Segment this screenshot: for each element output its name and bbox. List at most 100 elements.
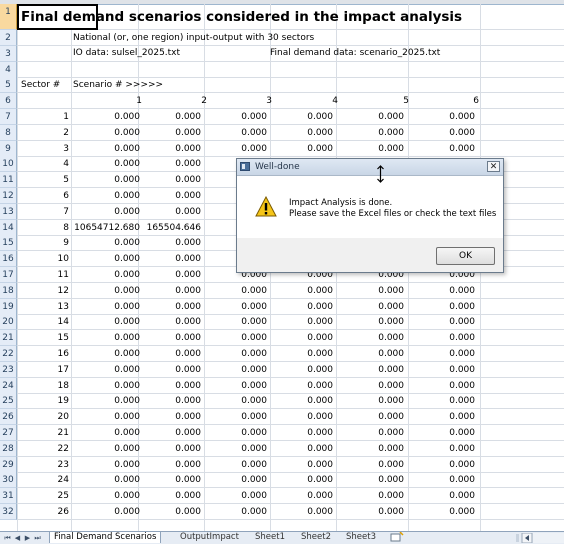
scenario-value-cell[interactable]: 0.000	[334, 314, 404, 330]
next-sheet-icon[interactable]: ▶	[23, 533, 32, 543]
scenario-value-cell[interactable]: 0.000	[70, 378, 140, 394]
scenario-value-cell[interactable]: 0.000	[131, 299, 201, 315]
scenario-value-cell[interactable]: 0.000	[263, 457, 333, 473]
sector-number[interactable]: 13	[17, 299, 69, 315]
scenario-value-cell[interactable]: 0.000	[197, 393, 267, 409]
sector-number[interactable]: 2	[17, 125, 69, 141]
scenario-value-cell[interactable]: 0.000	[131, 251, 201, 267]
scenario-value-cell[interactable]: 0.000	[197, 504, 267, 520]
scenario-value-cell[interactable]: 0.000	[405, 362, 475, 378]
row-header[interactable]: 28	[0, 440, 17, 457]
sector-number[interactable]: 14	[17, 314, 69, 330]
scenario-value-cell[interactable]: 0.000	[334, 109, 404, 125]
row-header[interactable]: 21	[0, 330, 17, 347]
tab-sheet1[interactable]: Sheet1	[255, 532, 285, 543]
row-header[interactable]: 11	[0, 172, 17, 189]
row-header[interactable]: 26	[0, 409, 17, 426]
scenario-value-cell[interactable]: 0.000	[197, 472, 267, 488]
scenario-value-cell[interactable]: 0.000	[263, 283, 333, 299]
scenario-value-cell[interactable]: 0.000	[405, 283, 475, 299]
scenario-value-cell[interactable]: 0.000	[263, 314, 333, 330]
row-header[interactable]: 25	[0, 393, 17, 410]
scenario-value-cell[interactable]: 0.000	[131, 457, 201, 473]
scenario-value-cell[interactable]: 0.000	[131, 235, 201, 251]
scenario-value-cell[interactable]: 0.000	[197, 346, 267, 362]
row-header[interactable]: 32	[0, 504, 17, 520]
scenario-value-cell[interactable]: 0.000	[197, 109, 267, 125]
scenario-value-cell[interactable]: 0.000	[405, 314, 475, 330]
scenario-value-cell[interactable]: 0.000	[131, 156, 201, 172]
scenario-value-cell[interactable]: 0.000	[263, 393, 333, 409]
row-header[interactable]: 4	[0, 61, 17, 78]
scenario-value-cell[interactable]: 0.000	[197, 409, 267, 425]
scenario-number[interactable]: 4	[278, 93, 338, 109]
scenario-value-cell[interactable]: 0.000	[70, 472, 140, 488]
sector-number[interactable]: 24	[17, 472, 69, 488]
sector-number[interactable]: 19	[17, 393, 69, 409]
scenario-value-cell[interactable]: 0.000	[405, 393, 475, 409]
scenario-value-cell[interactable]: 0.000	[405, 109, 475, 125]
scenario-value-cell[interactable]: 0.000	[405, 346, 475, 362]
scenario-value-cell[interactable]: 165504.646	[131, 220, 201, 236]
scenario-value-cell[interactable]: 0.000	[70, 125, 140, 141]
scenario-value-cell[interactable]: 0.000	[131, 267, 201, 283]
last-sheet-icon[interactable]: ⏭	[33, 533, 42, 543]
sector-number[interactable]: 21	[17, 425, 69, 441]
scenario-value-cell[interactable]: 0.000	[263, 504, 333, 520]
scenario-value-cell[interactable]: 0.000	[334, 441, 404, 457]
scenario-value-cell[interactable]: 0.000	[405, 488, 475, 504]
close-icon[interactable]: ✕	[487, 161, 500, 172]
scenario-number[interactable]: 5	[349, 93, 409, 109]
scenario-value-cell[interactable]: 0.000	[334, 457, 404, 473]
scenario-value-cell[interactable]: 0.000	[70, 457, 140, 473]
row-header[interactable]: 2	[0, 30, 17, 46]
row-header[interactable]: 30	[0, 472, 17, 489]
scenario-value-cell[interactable]: 0.000	[334, 409, 404, 425]
tab-output-impact[interactable]: OutputImpact	[180, 532, 239, 543]
scenario-value-cell[interactable]: 0.000	[334, 425, 404, 441]
scenario-value-cell[interactable]: 0.000	[334, 346, 404, 362]
scenario-value-cell[interactable]: 0.000	[70, 441, 140, 457]
scenario-value-cell[interactable]: 0.000	[70, 267, 140, 283]
row-header[interactable]: 31	[0, 488, 17, 505]
row-header[interactable]: 3	[0, 45, 17, 62]
scenario-value-cell[interactable]: 0.000	[334, 393, 404, 409]
row-header[interactable]: 13	[0, 203, 17, 220]
scenario-value-cell[interactable]: 0.000	[131, 314, 201, 330]
scenario-value-cell[interactable]: 0.000	[131, 125, 201, 141]
sector-number[interactable]: 3	[17, 141, 69, 157]
scenario-value-cell[interactable]: 0.000	[70, 283, 140, 299]
row-header[interactable]: 19	[0, 298, 17, 315]
row-header[interactable]: 8	[0, 124, 17, 141]
scenario-value-cell[interactable]: 0.000	[263, 141, 333, 157]
scenario-value-cell[interactable]: 0.000	[334, 330, 404, 346]
scenario-value-cell[interactable]: 0.000	[405, 409, 475, 425]
row-header[interactable]: 22	[0, 346, 17, 362]
scenario-value-cell[interactable]: 0.000	[131, 346, 201, 362]
ok-button[interactable]: OK	[436, 247, 495, 265]
scenario-value-cell[interactable]: 0.000	[405, 378, 475, 394]
scenario-value-cell[interactable]: 0.000	[263, 299, 333, 315]
row-header[interactable]: 29	[0, 456, 17, 473]
sector-number[interactable]: 11	[17, 267, 69, 283]
scenario-value-cell[interactable]: 0.000	[131, 330, 201, 346]
scenario-value-cell[interactable]: 0.000	[263, 488, 333, 504]
sector-number[interactable]: 5	[17, 172, 69, 188]
scenario-value-cell[interactable]: 0.000	[70, 488, 140, 504]
scenario-value-cell[interactable]: 0.000	[263, 472, 333, 488]
scenario-value-cell[interactable]: 0.000	[131, 204, 201, 220]
dialog-titlebar[interactable]: Well-done ✕	[237, 159, 503, 176]
horizontal-scrollbar[interactable]	[516, 533, 564, 543]
scenario-value-cell[interactable]: 0.000	[131, 472, 201, 488]
scenario-value-cell[interactable]: 0.000	[70, 346, 140, 362]
row-header[interactable]: 20	[0, 314, 17, 331]
scenario-value-cell[interactable]: 0.000	[334, 472, 404, 488]
sector-number[interactable]: 17	[17, 362, 69, 378]
prev-sheet-icon[interactable]: ◀	[13, 533, 22, 543]
scenario-value-cell[interactable]: 0.000	[405, 330, 475, 346]
sector-number[interactable]: 25	[17, 488, 69, 504]
scenario-value-cell[interactable]: 0.000	[131, 109, 201, 125]
scenario-value-cell[interactable]: 0.000	[70, 393, 140, 409]
scenario-value-cell[interactable]: 0.000	[263, 409, 333, 425]
scenario-value-cell[interactable]: 0.000	[263, 362, 333, 378]
